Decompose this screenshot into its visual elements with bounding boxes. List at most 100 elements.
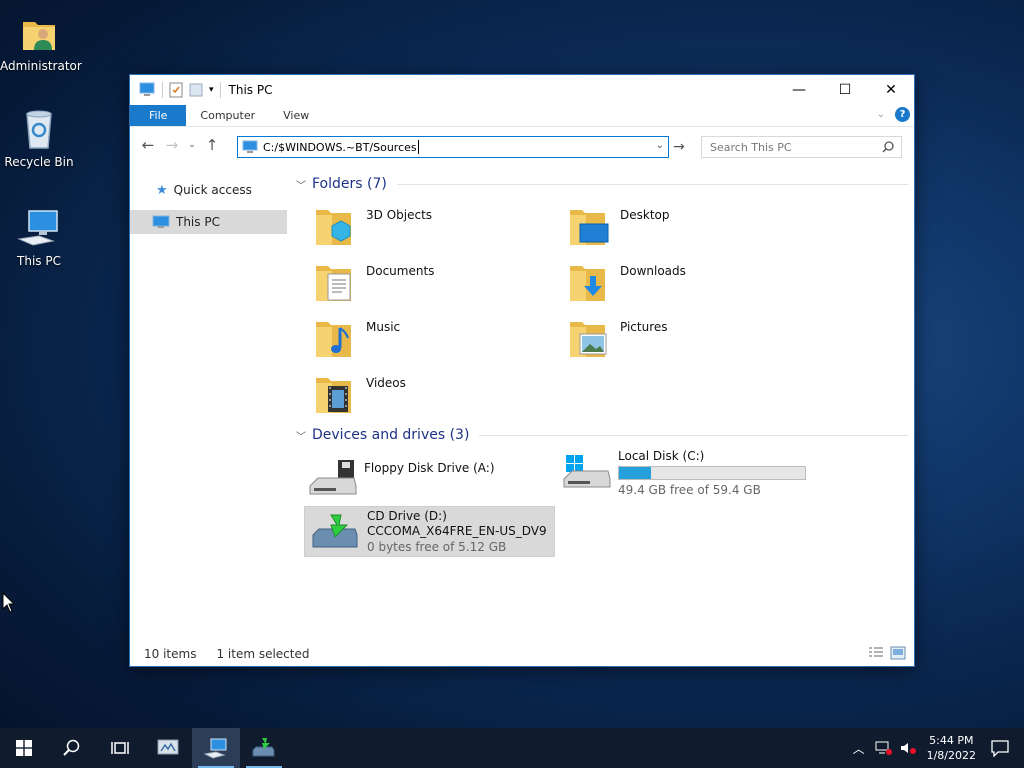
floppy-drive-icon	[309, 460, 357, 495]
customize-toolbar-icon[interactable]: ▾	[209, 85, 214, 95]
start-button[interactable]	[0, 728, 48, 768]
sidebar-item-this-pc[interactable]: This PC	[130, 210, 287, 234]
folder-documents[interactable]: Documents	[312, 260, 434, 306]
cd-drive-taskbar-icon	[252, 738, 275, 757]
sidebar-item-label: Quick access	[173, 183, 252, 197]
3d-objects-folder-icon	[316, 210, 351, 245]
drive-usage-fill	[619, 467, 651, 479]
tab-file[interactable]: File	[130, 105, 187, 126]
folder-videos[interactable]: Videos	[312, 372, 406, 418]
up-button[interactable]: ↑	[200, 136, 224, 154]
divider	[396, 183, 908, 185]
folder-label: 3D Objects	[366, 208, 433, 222]
address-bar[interactable]: C:/$WINDOWS.~BT/Sources ⌄	[237, 136, 669, 158]
computer-icon	[152, 215, 170, 228]
folder-label: Documents	[366, 264, 435, 278]
item-count: 10 items	[144, 647, 197, 661]
desktop-icon-administrator[interactable]: Administrator	[0, 12, 82, 73]
folder-pictures[interactable]: Pictures	[566, 316, 668, 362]
local-disk-icon	[563, 455, 611, 488]
desktop-folder-icon	[570, 210, 609, 245]
search-placeholder: Search This PC	[710, 140, 792, 154]
folder-downloads[interactable]: Downloads	[566, 260, 686, 306]
close-button[interactable]: ✕	[868, 75, 914, 105]
sidebar-item-label: This PC	[176, 215, 220, 229]
folder-music[interactable]: Music	[312, 316, 400, 362]
selection-count: 1 item selected	[216, 647, 310, 661]
this-pc-taskbar-icon	[204, 738, 227, 759]
search-button[interactable]	[48, 728, 96, 768]
system-tray: ︿ 5:44 PM 1/8/2022	[853, 728, 1024, 768]
drive-usage-bar	[618, 466, 806, 480]
drives-group-header[interactable]: ﹀ Devices and drives (3)	[296, 427, 908, 443]
group-title: Devices and drives (3)	[312, 427, 470, 443]
desktop-icon-recycle-bin[interactable]: Recycle Bin	[0, 108, 78, 169]
volume-muted-icon[interactable]	[899, 740, 917, 756]
pictures-folder-icon	[570, 322, 607, 357]
divider	[479, 434, 908, 436]
this-pc-address-icon	[242, 140, 258, 153]
properties-icon[interactable]	[169, 82, 183, 98]
search-icon	[63, 739, 80, 756]
drive-cd-d[interactable]: CD Drive (D:) CCCOMA_X64FRE_EN-US_DV9 0 …	[304, 506, 555, 557]
videos-folder-icon	[316, 378, 351, 413]
desktop-icon-label: This PC	[17, 254, 61, 268]
user-folder-icon	[23, 22, 55, 50]
music-folder-icon	[316, 322, 351, 357]
task-view-button[interactable]	[96, 728, 144, 768]
clock-time: 5:44 PM	[929, 734, 974, 747]
drive-floppy-a[interactable]: Floppy Disk Drive (A:)	[308, 456, 558, 502]
maximize-button[interactable]: ☐	[822, 75, 868, 105]
expand-ribbon-icon[interactable]: ⌄	[877, 109, 885, 120]
folder-3d-objects[interactable]: 3D Objects	[312, 204, 432, 250]
folder-label: Pictures	[620, 320, 668, 334]
window-controls: — ☐ ✕	[776, 75, 914, 105]
large-icons-view-icon[interactable]	[890, 646, 906, 660]
chevron-down-icon[interactable]: ⌄	[656, 140, 664, 151]
desktop-icon-this-pc[interactable]: This PC	[0, 207, 78, 268]
folder-label: Videos	[366, 376, 406, 390]
network-icon[interactable]	[875, 740, 893, 756]
sidebar-item-quick-access[interactable]: ★ Quick access	[130, 178, 287, 202]
recent-locations-icon[interactable]: ⌄	[184, 140, 200, 150]
drive-name: CD Drive (D:)	[367, 509, 447, 523]
tab-computer[interactable]: Computer	[186, 105, 269, 126]
search-icon	[882, 141, 894, 153]
minimize-button[interactable]: —	[776, 75, 822, 105]
folders-group-header[interactable]: ﹀ Folders (7)	[296, 176, 908, 192]
show-hidden-icons-icon[interactable]: ︿	[853, 740, 865, 757]
forward-button[interactable]: →	[160, 136, 184, 154]
status-bar: 10 items 1 item selected	[130, 642, 914, 666]
file-explorer-window: ▾ This PC — ☐ ✕ File Computer View ⌄ ? ←…	[129, 74, 915, 667]
go-arrow-icon[interactable]: →	[673, 139, 685, 155]
folder-desktop[interactable]: Desktop	[566, 204, 670, 250]
details-view-icon[interactable]	[868, 646, 884, 660]
clock[interactable]: 5:44 PM 1/8/2022	[927, 733, 976, 763]
drive-name: Local Disk (C:)	[618, 449, 705, 463]
back-button[interactable]: ←	[136, 136, 160, 154]
downloads-folder-icon	[570, 266, 605, 301]
clock-date: 1/8/2022	[926, 749, 976, 762]
recycle-bin-icon	[26, 110, 52, 149]
tab-view[interactable]: View	[269, 105, 323, 126]
collapse-chevron-icon: ﹀	[296, 431, 306, 443]
folder-label: Music	[366, 320, 401, 334]
action-center-icon[interactable]	[990, 739, 1010, 757]
drive-volume-label: CCCOMA_X64FRE_EN-US_DV9	[367, 524, 547, 538]
search-input[interactable]: Search This PC	[701, 136, 902, 158]
drive-local-c[interactable]: Local Disk (C:) 49.4 GB free of 59.4 GB	[562, 449, 862, 501]
help-icon[interactable]: ?	[895, 107, 910, 122]
drive-free-space: 49.4 GB free of 59.4 GB	[618, 483, 761, 497]
drive-name: Floppy Disk Drive (A:)	[364, 461, 495, 475]
title-bar[interactable]: ▾ This PC — ☐ ✕	[130, 75, 914, 105]
taskbar-app-file-explorer[interactable]	[192, 728, 240, 768]
new-folder-icon[interactable]	[189, 82, 203, 98]
documents-folder-icon	[316, 266, 351, 301]
taskbar-app-setup[interactable]	[144, 728, 192, 768]
windows-logo-icon	[16, 740, 32, 756]
task-view-icon	[111, 742, 129, 754]
cd-drive-icon	[312, 514, 358, 548]
mouse-cursor-icon	[2, 592, 16, 613]
text-caret	[417, 140, 419, 154]
taskbar-app-cd-drive[interactable]	[240, 728, 288, 768]
